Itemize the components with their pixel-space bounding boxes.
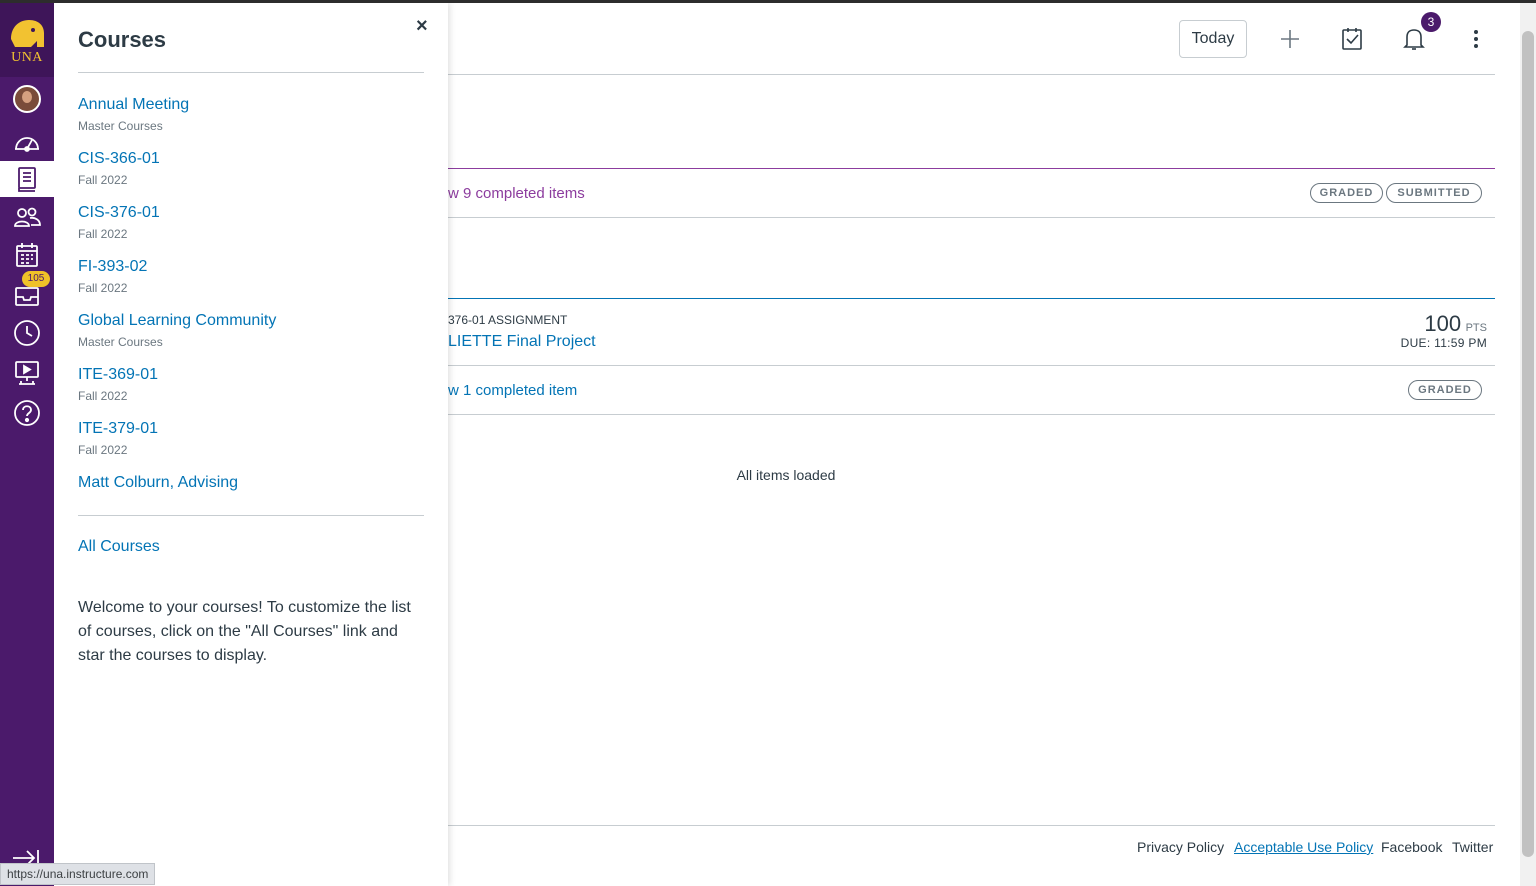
course-link[interactable]: FI-393-02 xyxy=(78,257,424,277)
lion-icon xyxy=(11,20,44,47)
nav-history[interactable] xyxy=(0,315,54,351)
points-label: PTS xyxy=(1465,322,1487,334)
course-group-divider xyxy=(448,298,1495,299)
todo-checklist-icon xyxy=(1342,28,1362,50)
course-item: CIS-376-01 Fall 2022 xyxy=(78,203,424,242)
course-term: Fall 2022 xyxy=(78,227,128,241)
tray-welcome-text: Welcome to your courses! To customize th… xyxy=(78,599,411,664)
course-item: FI-393-02 Fall 2022 xyxy=(78,257,424,296)
course-term: Fall 2022 xyxy=(78,443,128,457)
calendar-icon xyxy=(16,243,38,267)
course-term: Master Courses xyxy=(78,335,163,349)
bell-icon xyxy=(1403,29,1425,50)
submitted-pill: SUBMITTED xyxy=(1386,183,1482,203)
global-navigation: UNA 105 xyxy=(0,3,54,886)
course-item: ITE-379-01 Fall 2022 xyxy=(78,419,424,458)
graded-pill: GRADED xyxy=(1408,380,1482,400)
today-button[interactable]: Today xyxy=(1179,20,1247,58)
show-my-grades-button[interactable] xyxy=(1339,26,1365,52)
course-link[interactable]: Global Learning Community xyxy=(78,311,424,331)
all-courses-link[interactable]: All Courses xyxy=(78,538,160,556)
courses-tray: Courses × Annual Meeting Master Courses … xyxy=(54,3,448,886)
nav-account[interactable] xyxy=(0,81,54,117)
course-term: Master Courses xyxy=(78,119,163,133)
course-link[interactable]: Matt Colburn, Advising xyxy=(78,473,424,493)
more-options-button[interactable] xyxy=(1463,26,1489,52)
assignment-points: 100 PTS xyxy=(1380,311,1487,337)
course-item: CIS-366-01 Fall 2022 xyxy=(78,149,424,188)
nav-studio[interactable] xyxy=(0,355,54,391)
notification-badge: 3 xyxy=(1421,12,1441,32)
close-icon: × xyxy=(416,15,428,37)
tray-divider xyxy=(78,72,424,73)
nav-courses[interactable] xyxy=(0,161,54,197)
course-term: Fall 2022 xyxy=(78,281,128,295)
close-tray-button[interactable]: × xyxy=(416,15,428,38)
tray-title: Courses xyxy=(78,27,167,52)
browser-status-url: https://una.instructure.com xyxy=(0,863,156,885)
privacy-policy-link[interactable]: Privacy Policy xyxy=(1137,839,1224,855)
nav-dashboard[interactable] xyxy=(0,124,54,160)
row-divider xyxy=(448,414,1495,415)
course-term: Fall 2022 xyxy=(78,389,128,403)
window-top-border xyxy=(0,0,1536,3)
course-term: Fall 2022 xyxy=(78,173,128,187)
page-scrollbar[interactable] xyxy=(1520,3,1536,886)
assignment-title-link[interactable]: LIETTE Final Project xyxy=(448,333,596,351)
planner-header xyxy=(448,3,1495,75)
inbox-badge: 105 xyxy=(22,271,50,287)
kebab-menu-icon xyxy=(1474,30,1478,48)
nav-inbox[interactable]: 105 xyxy=(0,271,54,313)
help-icon xyxy=(14,400,40,426)
twitter-link[interactable]: Twitter xyxy=(1452,839,1493,855)
row-divider xyxy=(448,365,1495,366)
scrollbar-thumb[interactable] xyxy=(1522,31,1534,857)
logo-text: UNA xyxy=(11,50,43,65)
graded-pill: GRADED xyxy=(1310,183,1383,203)
course-item: Global Learning Community Master Courses xyxy=(78,311,424,350)
course-link[interactable]: CIS-376-01 xyxy=(78,203,424,223)
nav-help[interactable] xyxy=(0,395,54,431)
row-divider xyxy=(448,217,1495,218)
acceptable-use-policy-link[interactable]: Acceptable Use Policy xyxy=(1234,839,1373,855)
una-logo[interactable]: UNA xyxy=(0,3,54,77)
account-avatar xyxy=(13,85,41,113)
studio-icon xyxy=(15,361,39,385)
course-link[interactable]: Annual Meeting xyxy=(78,95,424,115)
points-value: 100 xyxy=(1424,311,1462,336)
course-item: Annual Meeting Master Courses xyxy=(78,95,424,134)
add-todo-button[interactable] xyxy=(1277,26,1303,52)
assignment-type: 376-01 ASSIGNMENT xyxy=(448,313,568,327)
course-item: ITE-369-01 Fall 2022 xyxy=(78,365,424,404)
courses-icon xyxy=(18,167,36,192)
notifications-button[interactable] xyxy=(1401,26,1427,52)
all-items-loaded-text: All items loaded xyxy=(736,467,836,483)
nav-groups[interactable] xyxy=(0,199,54,235)
course-link[interactable]: ITE-369-01 xyxy=(78,365,424,385)
nav-calendar[interactable] xyxy=(0,237,54,273)
tray-divider xyxy=(78,515,424,516)
show-completed-items-link[interactable]: w 1 completed item xyxy=(448,382,577,399)
groups-icon xyxy=(14,207,41,227)
history-icon xyxy=(14,320,40,346)
course-item: Matt Colburn, Advising xyxy=(78,473,424,493)
facebook-link[interactable]: Facebook xyxy=(1381,839,1442,855)
plus-icon xyxy=(1281,30,1299,48)
course-link[interactable]: CIS-366-01 xyxy=(78,149,424,169)
course-link[interactable]: ITE-379-01 xyxy=(78,419,424,439)
due-time: DUE: 11:59 PM xyxy=(1400,336,1487,350)
show-completed-items-link[interactable]: w 9 completed items xyxy=(448,185,585,202)
dashboard-icon xyxy=(15,137,39,152)
course-group-divider xyxy=(448,168,1495,169)
footer-divider xyxy=(448,825,1495,826)
